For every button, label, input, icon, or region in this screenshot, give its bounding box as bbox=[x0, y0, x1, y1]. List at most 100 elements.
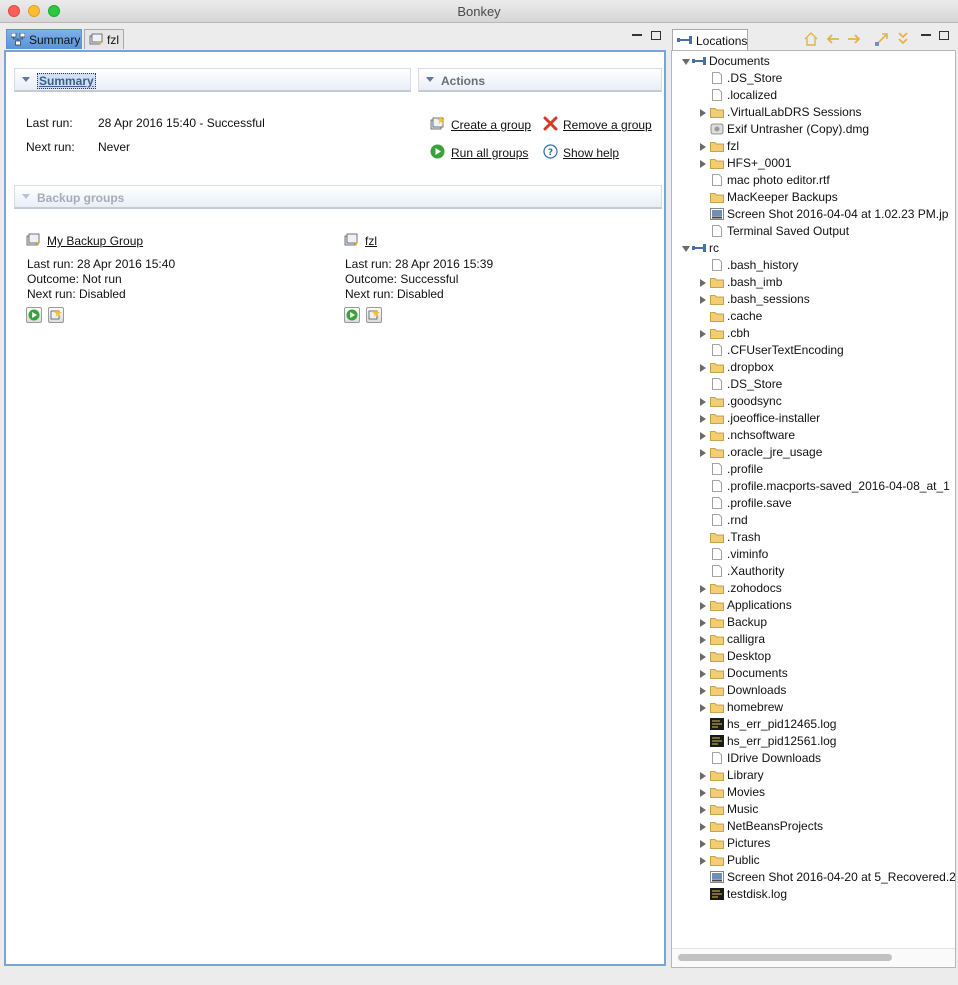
tree-item-label: .joeoffice-installer bbox=[727, 411, 821, 425]
collapsed-arrow-icon[interactable] bbox=[700, 806, 706, 814]
log-file-icon bbox=[710, 718, 724, 730]
tree-item-label: Music bbox=[727, 802, 759, 816]
collapsed-arrow-icon[interactable] bbox=[700, 619, 706, 627]
collapsed-arrow-icon[interactable] bbox=[700, 364, 706, 372]
collapsed-arrow-icon[interactable] bbox=[700, 279, 706, 287]
summary-section-header[interactable]: Summary bbox=[14, 68, 411, 92]
group-next-run: Next run: Disabled bbox=[345, 287, 444, 301]
maximize-view-button[interactable] bbox=[939, 31, 949, 40]
next-run-value: Never bbox=[98, 140, 131, 154]
create-group-link[interactable]: Create a group bbox=[451, 118, 531, 132]
file-icon bbox=[712, 514, 722, 526]
folder-icon bbox=[710, 159, 724, 169]
tree-item-label: Documents bbox=[727, 666, 788, 680]
actions-section-title: Actions bbox=[441, 74, 486, 88]
folder-icon bbox=[710, 397, 724, 407]
horizontal-scrollbar[interactable] bbox=[672, 948, 955, 967]
collapsed-arrow-icon[interactable] bbox=[700, 109, 706, 117]
tree-item-label: homebrew bbox=[727, 700, 784, 714]
tree-item-label: calligra bbox=[727, 632, 766, 646]
collapsed-arrow-icon[interactable] bbox=[700, 330, 706, 338]
link-with-editor-icon[interactable] bbox=[874, 31, 890, 47]
collapsed-arrow-icon[interactable] bbox=[700, 636, 706, 644]
collapsed-arrow-icon[interactable] bbox=[700, 704, 706, 712]
tab-fzl[interactable]: fzl bbox=[84, 29, 124, 49]
collapse-triangle-icon[interactable] bbox=[22, 77, 30, 82]
create-group-icon[interactable] bbox=[430, 116, 445, 131]
collapsed-arrow-icon[interactable] bbox=[700, 840, 706, 848]
image-file-icon bbox=[710, 871, 724, 883]
remove-icon[interactable] bbox=[543, 116, 558, 131]
image-file-icon bbox=[710, 208, 724, 220]
run-group-button[interactable] bbox=[26, 307, 42, 323]
collapsed-arrow-icon[interactable] bbox=[700, 670, 706, 678]
editor-area: Summary fzl Summary Last run: 28 Apr 201… bbox=[4, 28, 666, 968]
expanded-arrow-icon[interactable] bbox=[682, 59, 690, 65]
backup-group-name-link[interactable]: fzl bbox=[365, 234, 377, 248]
remove-group-link[interactable]: Remove a group bbox=[563, 118, 652, 132]
tree-item-label: .profile.save bbox=[727, 496, 792, 510]
maximize-view-button[interactable] bbox=[651, 31, 661, 40]
tree-item-label: hs_err_pid12561.log bbox=[727, 734, 837, 748]
folder-icon bbox=[710, 822, 724, 832]
minimize-view-button[interactable] bbox=[921, 34, 931, 37]
collapse-triangle-icon[interactable] bbox=[426, 77, 434, 82]
folder-icon bbox=[710, 414, 724, 424]
backup-settings-icon bbox=[368, 309, 380, 320]
folder-icon bbox=[710, 788, 724, 798]
back-arrow-icon[interactable] bbox=[825, 31, 841, 47]
run-icon[interactable] bbox=[430, 144, 445, 159]
tree-item-label: testdisk.log bbox=[727, 887, 788, 901]
run-all-groups-link[interactable]: Run all groups bbox=[451, 146, 528, 160]
tree-item-label: .VirtualLabDRS Sessions bbox=[727, 105, 862, 119]
collapsed-arrow-icon[interactable] bbox=[700, 857, 706, 865]
home-icon[interactable] bbox=[803, 31, 819, 47]
backup-groups-section-header[interactable]: Backup groups bbox=[14, 185, 662, 209]
folder-icon bbox=[710, 805, 724, 815]
locations-tree: Documents .DS_Store .localized .VirtualLabD… bbox=[671, 50, 956, 968]
help-icon[interactable]: ? bbox=[543, 144, 558, 159]
tree-item-label: .Trash bbox=[727, 530, 761, 544]
tree-item-label: .cbh bbox=[727, 326, 750, 340]
tree-item-label: rc bbox=[709, 241, 719, 255]
last-run-value: 28 Apr 2016 15:40 - Successful bbox=[98, 116, 265, 130]
folder-icon bbox=[710, 652, 724, 662]
next-run-label: Next run: bbox=[26, 140, 75, 154]
collapsed-arrow-icon[interactable] bbox=[700, 398, 706, 406]
tab-locations[interactable]: Locations bbox=[672, 29, 748, 50]
group-next-run: Next run: Disabled bbox=[27, 287, 126, 301]
collapse-triangle-icon[interactable] bbox=[22, 194, 30, 199]
tree-item-label: .dropbox bbox=[727, 360, 774, 374]
scrollbar-thumb[interactable] bbox=[678, 954, 892, 961]
expanded-arrow-icon[interactable] bbox=[682, 246, 690, 252]
forward-arrow-icon[interactable] bbox=[846, 31, 862, 47]
file-icon bbox=[712, 89, 722, 101]
collapsed-arrow-icon[interactable] bbox=[700, 585, 706, 593]
configure-group-button[interactable] bbox=[48, 307, 64, 323]
folder-icon bbox=[710, 618, 724, 628]
backup-group-name-link[interactable]: My Backup Group bbox=[47, 234, 143, 248]
collapsed-arrow-icon[interactable] bbox=[700, 160, 706, 168]
show-help-link[interactable]: Show help bbox=[563, 146, 619, 160]
collapsed-arrow-icon[interactable] bbox=[700, 143, 706, 151]
configure-group-button[interactable] bbox=[366, 307, 382, 323]
collapsed-arrow-icon[interactable] bbox=[700, 449, 706, 457]
tree-item-label: .goodsync bbox=[727, 394, 782, 408]
group-last-run: Last run: 28 Apr 2016 15:40 bbox=[27, 257, 176, 271]
collapsed-arrow-icon[interactable] bbox=[700, 432, 706, 440]
minimize-view-button[interactable] bbox=[632, 34, 642, 37]
collapsed-arrow-icon[interactable] bbox=[700, 687, 706, 695]
folder-icon bbox=[710, 601, 724, 611]
collapsed-arrow-icon[interactable] bbox=[700, 296, 706, 304]
collapsed-arrow-icon[interactable] bbox=[700, 789, 706, 797]
collapsed-arrow-icon[interactable] bbox=[700, 772, 706, 780]
actions-section-header[interactable]: Actions bbox=[418, 68, 662, 92]
collapsed-arrow-icon[interactable] bbox=[700, 415, 706, 423]
collapsed-arrow-icon[interactable] bbox=[700, 602, 706, 610]
collapse-all-icon[interactable] bbox=[895, 31, 911, 47]
collapsed-arrow-icon[interactable] bbox=[700, 823, 706, 831]
tab-summary[interactable]: Summary bbox=[6, 29, 82, 49]
tab-label: Summary bbox=[29, 33, 81, 47]
run-group-button[interactable] bbox=[344, 307, 360, 323]
collapsed-arrow-icon[interactable] bbox=[700, 653, 706, 661]
